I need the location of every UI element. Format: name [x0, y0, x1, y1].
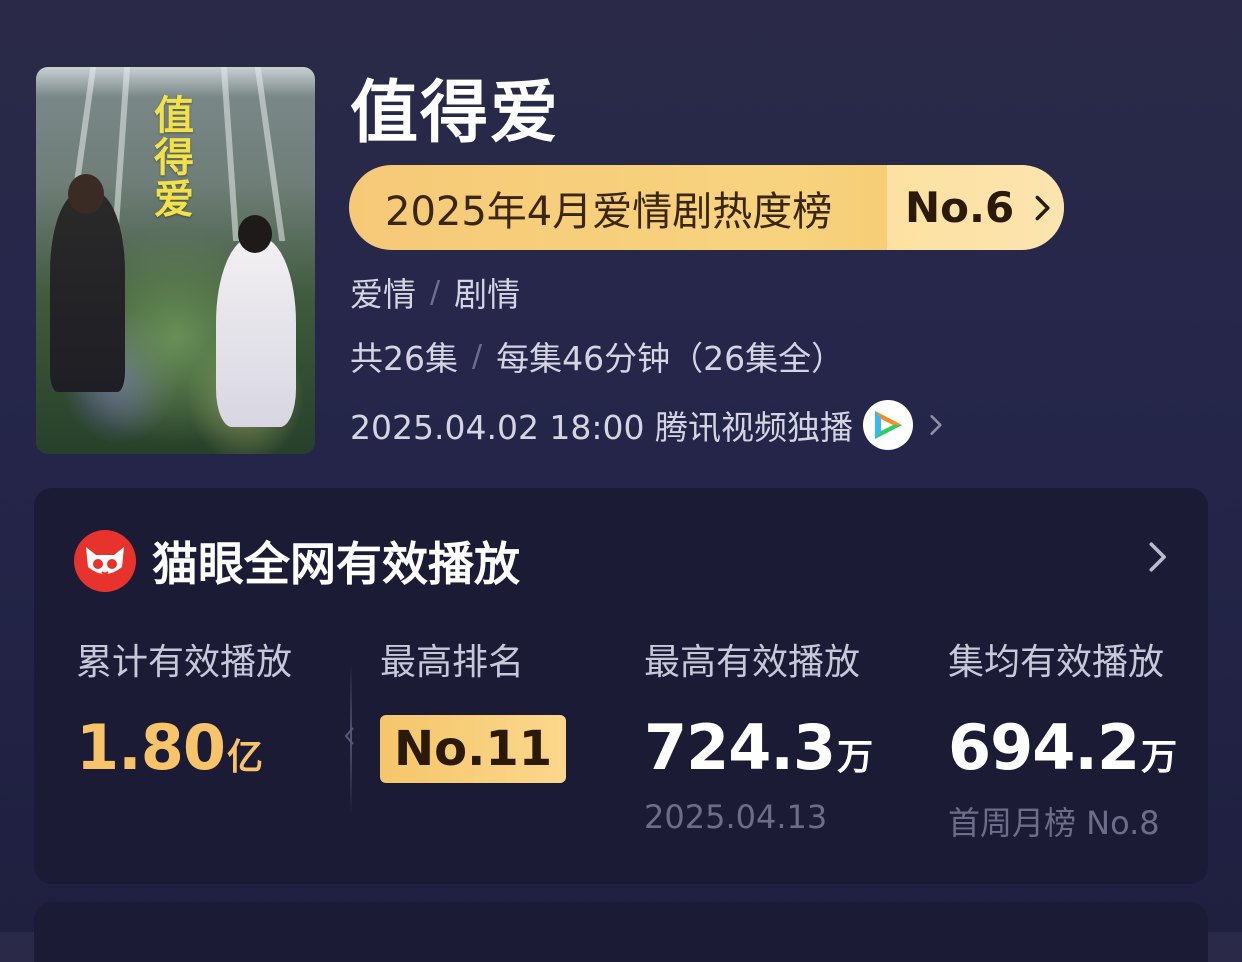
tencent-video-icon [863, 400, 914, 450]
heat-rank-value: No.6 [905, 183, 1015, 232]
stat-total-plays: 累计有效播放 1.80 亿 [76, 633, 292, 784]
poster-title-art: 值得爱 [154, 92, 194, 223]
stat-unit: 万 [1141, 737, 1178, 778]
card-header: 猫眼全网有效播放 [74, 528, 520, 594]
stat-subtext: 首周月榜 No.8 [948, 804, 1160, 842]
chevron-right-icon [930, 415, 942, 435]
chevron-right-icon[interactable] [1140, 540, 1174, 574]
stat-value: 694.2 万 [948, 711, 1177, 784]
stat-number: 724.3 [644, 711, 836, 784]
separator-slash: / [472, 338, 483, 374]
heat-rank-value-box: No.6 [887, 165, 1064, 250]
maoyan-cat-icon [74, 530, 136, 592]
stat-unit: 万 [837, 737, 874, 778]
heat-rank-label: 2025年4月爱情剧热度榜 [385, 188, 833, 235]
stat-peak-plays: 最高有效播放 724.3 万 2025.04.13 [644, 633, 873, 836]
episode-count: 共26集 [350, 339, 458, 378]
stat-label: 累计有效播放 [76, 642, 293, 683]
release-line[interactable]: 2025.04.02 18:00 腾讯视频独播 [350, 400, 949, 450]
stat-average-plays: 集均有效播放 694.2 万 首周月榜 No.8 [948, 633, 1177, 844]
stat-unit: 亿 [226, 737, 263, 778]
card-title: 猫眼全网有效播放 [152, 537, 520, 591]
poster-figure-man [50, 174, 125, 392]
stat-value: 1.80 亿 [76, 711, 292, 784]
show-poster[interactable]: 值得爱 [36, 67, 315, 454]
stat-value: 724.3 万 [644, 711, 873, 784]
divider-notch [344, 727, 354, 745]
stat-label: 最高排名 [380, 642, 525, 683]
genre-tag: 剧情 [454, 275, 521, 314]
episode-info: 每集46分钟（26集全） [496, 339, 845, 378]
chevron-right-icon [1035, 195, 1050, 220]
separator-slash: / [430, 274, 441, 310]
show-title: 值得爱 [350, 74, 561, 153]
genre-line: 爱情 / 剧情 [350, 268, 520, 316]
stat-best-rank: 最高排名 No.11 [380, 633, 567, 783]
next-card-peek [34, 902, 1208, 962]
stat-label: 集均有效播放 [948, 642, 1165, 683]
poster-figure-woman [216, 215, 296, 427]
episode-line: 共26集 / 每集46分钟（26集全） [350, 332, 844, 380]
rank-badge: No.11 [380, 715, 567, 783]
genre-tag: 爱情 [350, 275, 416, 314]
heat-rank-pill[interactable]: 2025年4月爱情剧热度榜 No.6 [349, 165, 1064, 250]
stat-label: 最高有效播放 [644, 642, 861, 683]
stat-subtext: 2025.04.13 [644, 798, 828, 836]
release-info: 2025.04.02 18:00 腾讯视频独播 [350, 408, 854, 447]
stat-number: 1.80 [76, 711, 226, 784]
stat-number: 694.2 [948, 711, 1140, 784]
maoyan-stats-card[interactable]: 猫眼全网有效播放 累计有效播放 1.80 亿 最高排名 No.11 最高有效播放… [34, 488, 1208, 884]
